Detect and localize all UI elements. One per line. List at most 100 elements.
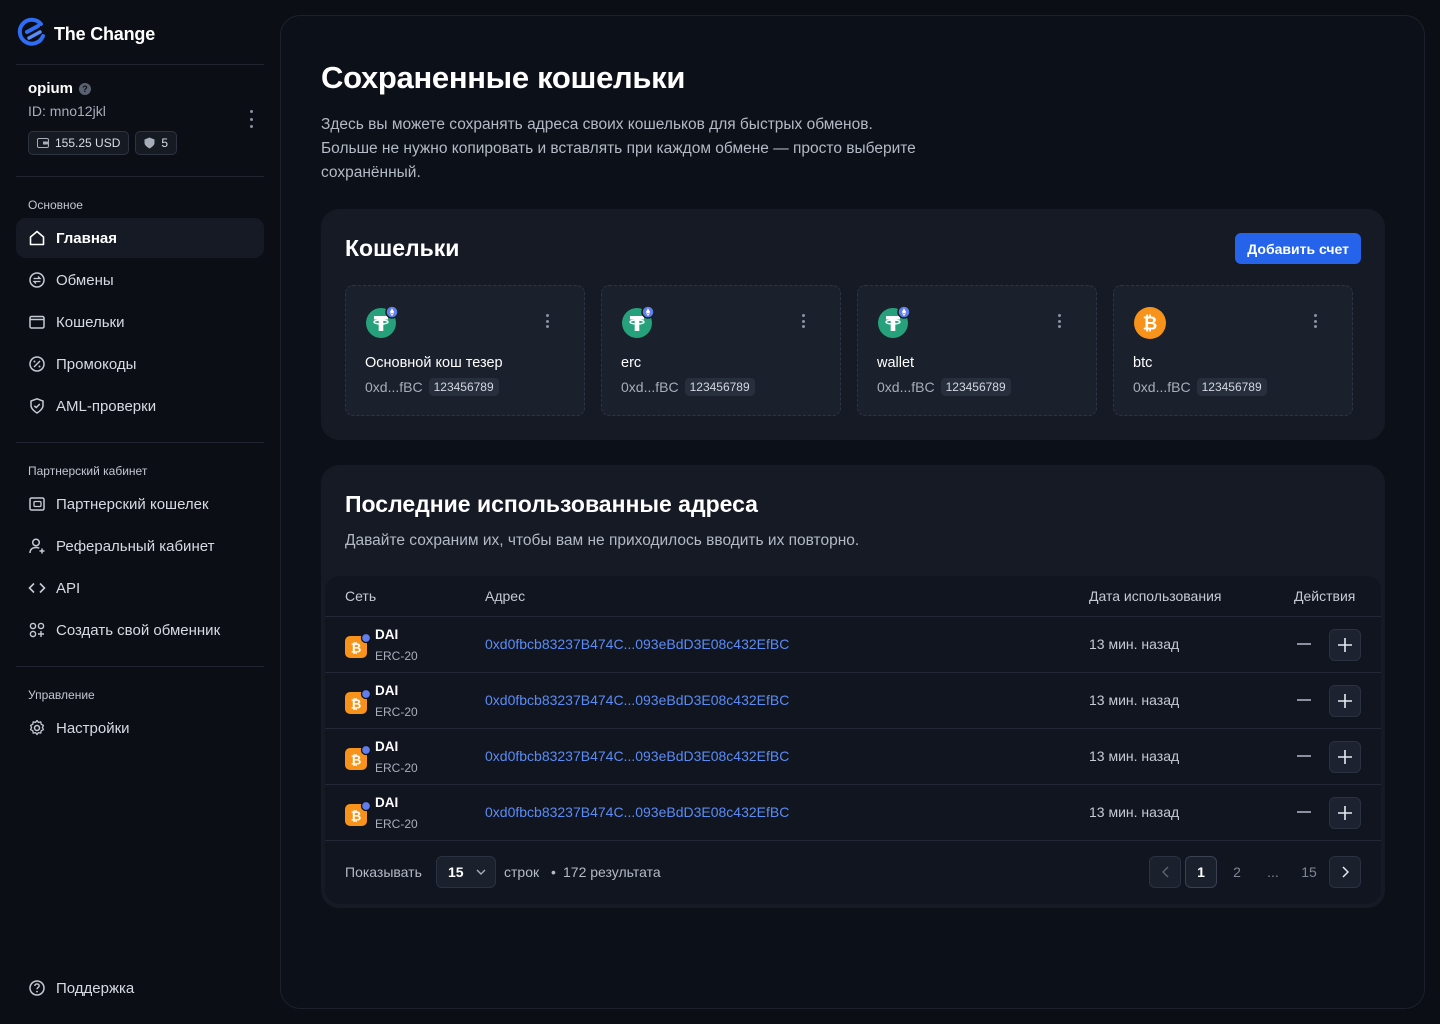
partner-wallet-icon [29,497,45,511]
tether-icon [877,305,911,344]
recent-addresses-card: Последние использованные адреса Давайте … [321,465,1385,908]
wallet-address: 0xd...fBC 123456789 [365,378,499,396]
sidebar-item-referral[interactable]: Реферальный кабинет [16,526,264,566]
wallet-card[interactable]: ₿ btc 0xd...fBC 123456789 [1113,285,1353,416]
wallets-title: Кошельки [345,235,460,261]
wallet-card[interactable]: erc 0xd...fBC 123456789 [601,285,841,416]
sidebar-item-settings[interactable]: Настройки [16,708,264,748]
coin-name: DAI [375,627,399,642]
wallet-menu-icon[interactable] [802,314,806,328]
save-address-button[interactable] [1329,685,1361,717]
level-value: 5 [161,136,169,150]
wallet-address: 0xd...fBC 123456789 [1133,378,1267,396]
wallet-card[interactable]: wallet 0xd...fBC 123456789 [857,285,1097,416]
used-date: 13 мин. назад [1089,636,1180,652]
svg-text:₿: ₿ [351,698,362,713]
page-button-15[interactable]: 15 [1293,856,1325,888]
page-button-1[interactable]: 1 [1185,856,1217,888]
question-circle-icon [29,980,45,996]
help-icon[interactable]: ? [79,82,91,95]
address-link[interactable]: 0xd0fbcb83237B474C...093eBdD3E08c432EfBC [485,748,789,764]
save-address-button[interactable] [1329,797,1361,829]
section-title-partner: Партнерский кабинет [28,464,148,478]
used-date: 13 мин. назад [1089,748,1180,764]
sidebar-item-exchanges[interactable]: Обмены [16,260,264,300]
bullet: • [551,864,556,880]
bitcoin-icon: ₿ [1133,305,1167,344]
sidebar-item-label: Реферальный кабинет [56,537,215,555]
table-row: ₿ DAI ERC-20 0xd0fbcb83237B474C...093eBd… [325,728,1381,784]
chevron-right-icon [1341,866,1349,878]
sidebar-item-label: Партнерский кошелек [56,495,209,513]
section-title-main: Основное [28,198,83,212]
remove-button[interactable] [1297,755,1311,757]
address-link[interactable]: 0xd0fbcb83237B474C...093eBdD3E08c432EfBC [485,692,789,708]
network-name: ERC-20 [375,705,418,719]
svg-text:₿: ₿ [1143,314,1158,335]
sidebar-item-aml[interactable]: AML-проверки [16,386,264,426]
network-name: ERC-20 [375,649,418,663]
wallet-icon [37,138,49,148]
bitcoin-icon: ₿ [345,800,372,832]
page-button-2[interactable]: 2 [1221,856,1253,888]
sidebar-item-promocodes[interactable]: Промокоды [16,344,264,384]
save-address-button[interactable] [1329,629,1361,661]
brand-logo[interactable]: The Change [16,16,155,53]
remove-button[interactable] [1297,699,1311,701]
gear-icon [29,719,45,736]
divider [16,442,264,443]
wallet-menu-icon[interactable] [1314,314,1318,328]
address-link[interactable]: 0xd0fbcb83237B474C...093eBdD3E08c432EfBC [485,636,789,652]
wallet-name: wallet [877,355,915,371]
wallet-tag: 123456789 [1196,378,1267,396]
wallet-address-text: 0xd...fBC [365,379,423,395]
sidebar-item-partner-wallet[interactable]: Партнерский кошелек [16,484,264,524]
column-header-date: Дата использования [1089,588,1222,604]
add-account-button[interactable]: Добавить счет [1235,233,1361,264]
wallet-address: 0xd...fBC 123456789 [621,378,755,396]
page-description: Здесь вы можете сохранять адреса своих к… [321,116,916,181]
recent-title: Последние использованные адреса [345,491,758,517]
coin-name: DAI [375,683,399,698]
table-row: ₿ DAI ERC-20 0xd0fbcb83237B474C...093eBd… [325,784,1381,840]
sidebar-item-home[interactable]: Главная [16,218,264,258]
remove-button[interactable] [1297,811,1311,813]
exchange-icon [29,272,45,288]
wallet-card[interactable]: Основной кош тезер 0xd...fBC 123456789 [345,285,585,416]
promo-icon [29,356,45,372]
address-link[interactable]: 0xd0fbcb83237B474C...093eBdD3E08c432EfBC [485,804,789,820]
balance-badge: 155.25 USD [28,131,130,155]
brand-logo-icon [16,16,48,53]
coin-name: DAI [375,795,399,810]
user-id: ID: mno12jkl [28,103,106,119]
wallet-name: btc [1133,355,1153,371]
wallet-address-text: 0xd...fBC [1133,379,1191,395]
wallets-card: Кошельки Добавить счет Основной кош тезе… [321,209,1385,440]
plus-icon [1338,806,1352,820]
section-title-management: Управление [28,688,95,702]
sidebar-item-support[interactable]: Поддержка [16,968,264,1008]
page-size-value: 15 [448,864,464,880]
coin-name: DAI [375,739,399,754]
remove-button[interactable] [1297,643,1311,645]
wallet-menu-icon[interactable] [546,314,550,328]
table-row: ₿ DAI ERC-20 0xd0fbcb83237B474C...093eBd… [325,672,1381,728]
table-row: ₿ DAI ERC-20 0xd0fbcb83237B474C...093eBd… [325,616,1381,672]
sidebar-item-api[interactable]: API [16,568,264,608]
sidebar-item-create-exchanger[interactable]: Создать свой обменник [16,610,264,650]
sidebar-item-wallets[interactable]: Кошельки [16,302,264,342]
save-address-button[interactable] [1329,741,1361,773]
page-size-select[interactable]: 15 [436,856,496,888]
bitcoin-icon: ₿ [345,632,372,664]
shield-check-icon [30,398,44,414]
svg-text:₿: ₿ [351,642,362,657]
next-page-button[interactable] [1329,856,1361,888]
sidebar: The Change opium ? ID: mno12jkl 155.25 U… [0,0,280,1024]
prev-page-button[interactable] [1149,856,1181,888]
wallet-name: erc [621,355,642,371]
chevron-left-icon [1161,866,1169,878]
network-name: ERC-20 [375,761,418,775]
user-menu-icon[interactable] [250,110,254,128]
wallet-menu-icon[interactable] [1058,314,1062,328]
grid-plus-icon [29,622,45,638]
